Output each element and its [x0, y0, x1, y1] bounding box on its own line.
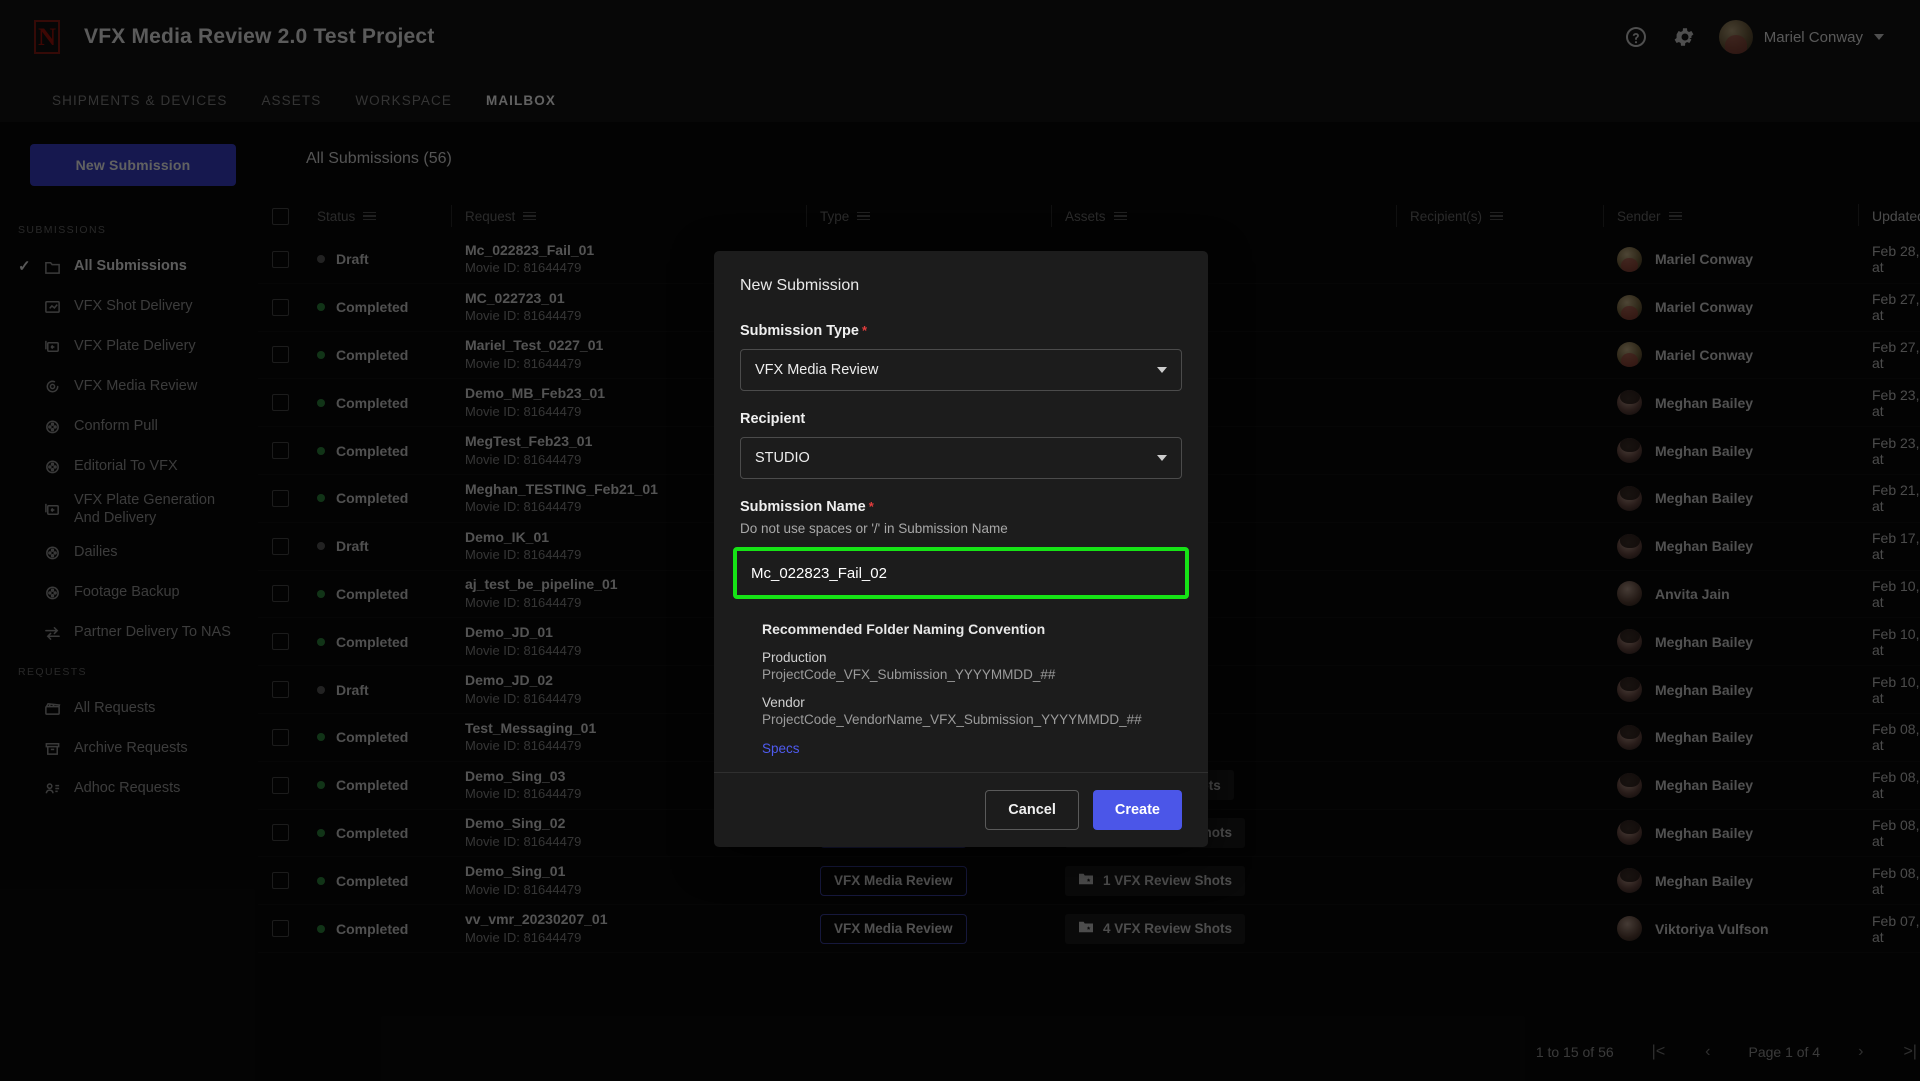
cancel-button[interactable]: Cancel [985, 790, 1079, 830]
dialog-body: Submission Type * VFX Media Review Recipi… [714, 323, 1208, 772]
recipient-value: STUDIO [755, 450, 810, 466]
chevron-down-icon [1157, 455, 1167, 461]
vendor-key: Vendor [762, 695, 805, 710]
submission-type-select[interactable]: VFX Media Review [740, 349, 1182, 391]
naming-convention-title: Recommended Folder Naming Convention [762, 621, 1046, 637]
label-text: Submission Type [740, 323, 859, 339]
production-key: Production [762, 650, 827, 665]
dialog-title: New Submission [740, 277, 860, 294]
submission-type-value: VFX Media Review [755, 362, 879, 378]
chevron-down-icon [1157, 367, 1167, 373]
submission-name-label: Submission Name * [740, 499, 1182, 515]
recipient-label: Recipient [740, 411, 1182, 427]
dialog-footer: Cancel Create [714, 772, 1208, 847]
vendor-pattern: ProjectCode_VendorName_VFX_Submission_YY… [762, 712, 1142, 727]
label-text: Submission Name [740, 499, 866, 515]
submission-type-label: Submission Type * [740, 323, 1182, 339]
naming-convention-block: Recommended Folder Naming Convention Pro… [740, 621, 1182, 758]
submission-name-highlight [733, 547, 1189, 599]
label-text: Recipient [740, 411, 806, 427]
app-root: N VFX Media Review 2.0 Test Project Mari… [0, 0, 1920, 1081]
specs-link[interactable]: Specs [762, 741, 800, 756]
required-asterisk: * [861, 323, 868, 338]
new-submission-dialog: New Submission Submission Type * VFX Medi… [714, 251, 1208, 847]
production-pattern: ProjectCode_VFX_Submission_YYYYMMDD_## [762, 667, 1056, 682]
required-asterisk: * [868, 499, 874, 514]
submission-name-hint: Do not use spaces or '/' in Submission N… [740, 521, 1008, 536]
create-button[interactable]: Create [1092, 790, 1182, 830]
submission-name-input[interactable] [739, 553, 1183, 593]
recipient-select[interactable]: STUDIO [740, 437, 1182, 479]
